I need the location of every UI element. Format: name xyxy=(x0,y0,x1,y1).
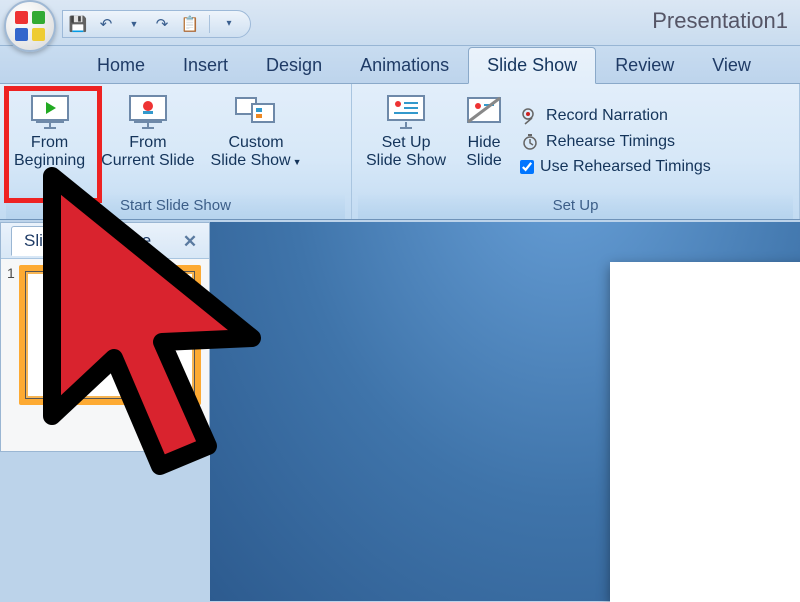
undo-icon[interactable]: ↶ xyxy=(97,15,115,33)
qat-separator xyxy=(209,15,210,33)
pane-tabs: Slides Outline ✕ xyxy=(1,223,209,259)
slide-canvas[interactable] xyxy=(610,262,800,602)
custom-show-label: Custom Slide Show▼ xyxy=(211,134,302,171)
slides-pane: Slides Outline ✕ 1 xyxy=(0,222,210,452)
use-rehearsed-input[interactable] xyxy=(520,160,534,174)
rehearse-timings-label: Rehearse Timings xyxy=(546,133,675,151)
qat-more-icon[interactable]: ▾ xyxy=(220,15,238,33)
save-icon[interactable]: 💾 xyxy=(69,15,87,33)
pane-tab-slides[interactable]: Slides xyxy=(11,226,83,256)
hide-slide-label: Hide Slide xyxy=(466,134,502,171)
redo-icon[interactable]: ↷ xyxy=(153,15,171,33)
group-set-up: Set Up Slide Show Hide Slide Record Narr… xyxy=(352,84,800,219)
tab-view[interactable]: View xyxy=(693,47,770,83)
hide-slide-icon xyxy=(462,92,506,130)
custom-show-button[interactable]: Custom Slide Show▼ xyxy=(203,88,310,191)
dropdown-arrow-icon: ▼ xyxy=(293,157,302,167)
ribbon-tabs: Home Insert Design Animations Slide Show… xyxy=(0,46,800,84)
from-beginning-button[interactable]: From Beginning xyxy=(6,88,93,191)
tab-design[interactable]: Design xyxy=(247,47,341,83)
document-title: Presentation1 xyxy=(652,8,788,34)
from-current-button[interactable]: From Current Slide xyxy=(93,88,202,191)
quick-access-toolbar: 💾 ↶ ▼ ↷ 📋 ▾ xyxy=(62,10,251,38)
tab-review[interactable]: Review xyxy=(596,47,693,83)
record-narration-icon xyxy=(520,106,540,126)
tab-home[interactable]: Home xyxy=(78,47,164,83)
tab-animations[interactable]: Animations xyxy=(341,47,468,83)
thumb-selection[interactable] xyxy=(19,265,201,405)
use-rehearsed-label: Use Rehearsed Timings xyxy=(540,158,711,176)
group-start-slide-show: From Beginning From Current Slide Custom… xyxy=(0,84,352,219)
thumb-number: 1 xyxy=(7,265,15,405)
ribbon: From Beginning From Current Slide Custom… xyxy=(0,84,800,220)
group-label-start: Start Slide Show xyxy=(6,193,345,219)
set-up-show-button[interactable]: Set Up Slide Show xyxy=(358,88,454,191)
rehearse-timings-button[interactable]: Rehearse Timings xyxy=(520,132,711,152)
set-up-options: Record Narration Rehearse Timings Use Re… xyxy=(514,88,717,193)
record-narration-label: Record Narration xyxy=(546,107,668,125)
slide-thumbnail[interactable] xyxy=(25,271,195,399)
title-bar: 💾 ↶ ▼ ↷ 📋 ▾ Presentation1 xyxy=(0,0,800,46)
thumbnail-area: 1 xyxy=(1,259,209,411)
undo-dropdown-icon[interactable]: ▼ xyxy=(125,15,143,33)
repeat-icon[interactable]: 📋 xyxy=(181,15,199,33)
pane-tab-outline[interactable]: Outline xyxy=(97,231,151,251)
from-beginning-label: From Beginning xyxy=(14,134,85,171)
rehearse-timings-icon xyxy=(520,132,540,152)
pane-close-icon[interactable]: ✕ xyxy=(181,232,199,250)
set-up-show-label: Set Up Slide Show xyxy=(366,134,446,171)
from-beginning-icon xyxy=(28,92,72,130)
office-logo-icon xyxy=(15,11,45,41)
tab-slide-show[interactable]: Slide Show xyxy=(468,47,596,84)
tab-insert[interactable]: Insert xyxy=(164,47,247,83)
set-up-show-icon xyxy=(384,92,428,130)
hide-slide-button[interactable]: Hide Slide xyxy=(454,88,514,191)
from-current-label: From Current Slide xyxy=(101,134,194,171)
office-button[interactable] xyxy=(4,0,56,52)
use-rehearsed-checkbox[interactable]: Use Rehearsed Timings xyxy=(520,158,711,176)
custom-show-icon xyxy=(234,92,278,130)
group-label-setup: Set Up xyxy=(358,193,793,219)
record-narration-button[interactable]: Record Narration xyxy=(520,106,711,126)
from-current-icon xyxy=(126,92,170,130)
editor-area xyxy=(210,222,800,601)
